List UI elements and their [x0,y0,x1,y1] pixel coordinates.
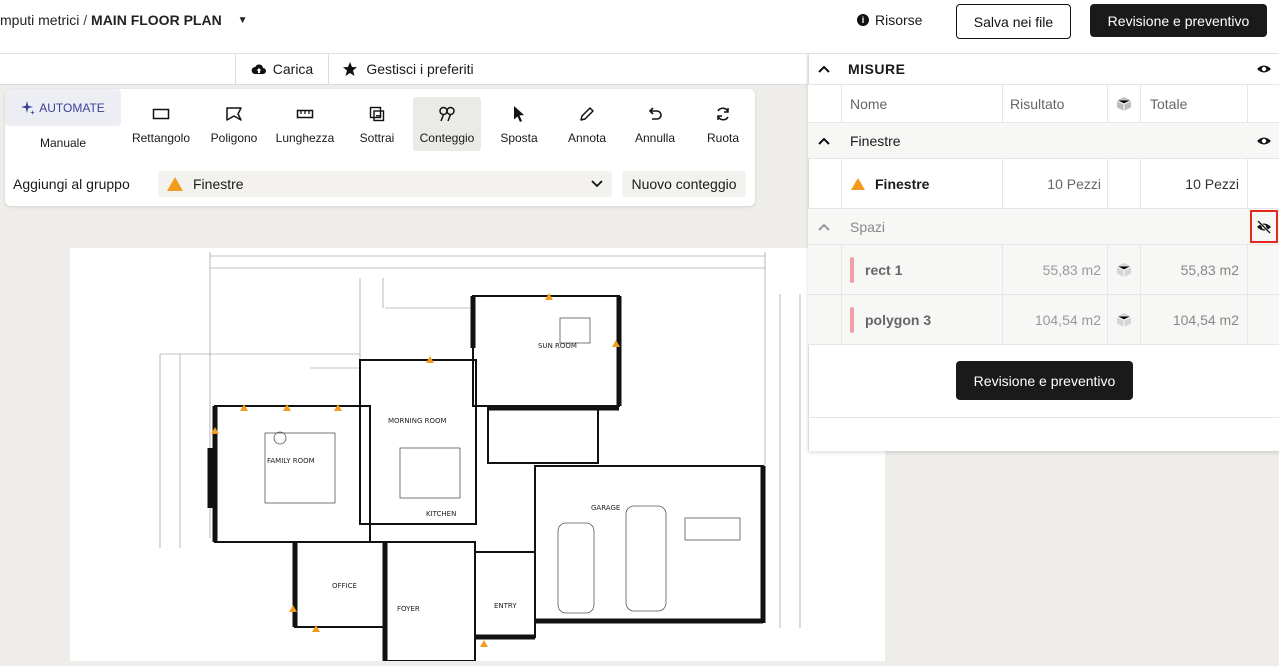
table-row[interactable]: Finestre 10 Pezzi 10 Pezzi [808,159,1279,209]
save-to-files-button[interactable]: Salva nei file [956,4,1071,39]
area-color-swatch [850,245,866,294]
rotate-icon [715,105,731,123]
plan-label-morning-room: MORNING ROOM [388,417,447,425]
tool-label: Conteggio [419,131,475,145]
manual-tab[interactable]: Manuale [5,130,121,150]
resources-label: Risorse [875,12,923,28]
tool-label: Rettangolo [131,131,191,145]
group-row-finestre[interactable]: Finestre [808,123,1279,159]
tool-label: Poligono [210,131,258,145]
undo-icon [647,105,663,123]
tool-length[interactable]: Lunghezza [271,97,339,151]
item-total: 104,54 m2 [1172,311,1239,328]
group-name: Spazi [850,218,886,235]
eye-icon[interactable] [1256,123,1272,158]
tool-label: Ruota [706,131,740,145]
favorites-label: Gestisci i preferiti [366,61,474,77]
tool-label: Lunghezza [275,131,335,145]
breadcrumb[interactable]: mputi metrici / MAIN FLOOR PLAN ▼ [0,12,247,28]
divider [808,417,1279,418]
tool-rotate[interactable]: Ruota [692,97,754,151]
upload-button[interactable]: Carica [235,54,329,84]
group-select[interactable]: Finestre [158,171,612,197]
item-total: 55,83 m2 [1180,261,1239,278]
ruler-icon [296,105,314,123]
cube-icon [1116,85,1132,122]
warning-triangle-icon [167,177,183,191]
cursor-icon [512,105,526,123]
tool-subtract[interactable]: Sottrai [346,97,408,151]
plan-label-garage: GARAGE [591,504,620,512]
tool-undo[interactable]: Annulla [623,97,687,151]
item-result: 10 Pezzi [1047,175,1101,192]
subtract-icon [369,105,385,123]
tool-label: Annulla [634,131,676,145]
group-select-value: Finestre [193,176,244,192]
collapse-measures-icon[interactable] [818,54,830,84]
warning-triangle-icon [850,159,866,208]
item-name: polygon 3 [865,311,932,328]
plan-label-kitchen: KITCHEN [426,510,456,518]
group-row-spazi[interactable]: Spazi [808,209,1279,245]
star-icon [343,62,358,76]
measures-title: MISURE [848,61,906,77]
info-icon: i [857,14,869,26]
new-count-button[interactable]: Nuovo conteggio [622,171,746,197]
tool-annotate[interactable]: Annota [556,97,618,151]
column-result[interactable]: Risultato [1010,85,1064,122]
plan-label-sun-room: SUN ROOM [538,342,577,350]
plan-label-office: OFFICE [332,582,357,590]
table-row[interactable]: polygon 3 104,54 m2 104,54 m2 [808,295,1279,345]
chevron-down-icon [591,180,603,188]
item-result: 55,83 m2 [1042,261,1101,278]
tool-label: Sposta [500,131,538,145]
review-quote-button-panel[interactable]: Revisione e preventivo [956,361,1133,400]
tool-move[interactable]: Sposta [487,97,551,151]
column-total[interactable]: Totale [1150,85,1187,122]
tool-rectangle[interactable]: Rettangolo [127,97,195,151]
manage-favorites-button[interactable]: Gestisci i preferiti [327,54,489,84]
breadcrumb-current: MAIN FLOOR PLAN [91,12,222,28]
tool-label: Annota [567,131,607,145]
item-name: rect 1 [865,261,903,278]
cloud-upload-icon [251,64,266,74]
chevron-up-icon[interactable] [818,209,830,244]
measures-header: MISURE [808,54,1279,85]
group-name: Finestre [850,132,901,149]
plan-label-family-room: FAMILY ROOM [267,457,315,465]
table-row[interactable]: rect 1 55,83 m2 55,83 m2 [808,245,1279,295]
cube-icon [1116,245,1132,294]
sparkle-icon [21,100,36,115]
highlight-box [1250,210,1278,243]
area-color-swatch [850,295,866,344]
cube-icon [1116,295,1132,344]
polygon-icon [225,105,243,123]
resources-link[interactable]: i Risorse [857,12,922,28]
automate-label: AUTOMATE [39,100,105,115]
floor-plan-canvas[interactable]: SUN ROOM MORNING ROOM FAMILY ROOM KITCHE… [70,248,885,662]
breadcrumb-separator: / [83,12,88,28]
plan-label-foyer: FOYER [397,605,420,613]
item-total: 10 Pezzi [1185,175,1239,192]
upload-label: Carica [272,61,314,77]
tool-label: Sottrai [359,131,395,145]
measures-table-header: Nome Risultato Totale [808,85,1279,123]
rectangle-icon [152,105,170,123]
eye-icon[interactable] [1256,54,1272,84]
pencil-icon [579,105,595,123]
plan-label-entry: ENTRY [494,602,517,610]
item-name: Finestre [875,175,930,192]
floor-plan-drawing: SUN ROOM MORNING ROOM FAMILY ROOM KITCHE… [159,252,801,662]
chevron-up-icon[interactable] [818,123,830,158]
review-quote-button[interactable]: Revisione e preventivo [1090,4,1267,37]
chevron-down-icon[interactable]: ▼ [238,15,248,26]
count-icon [438,105,456,123]
breadcrumb-parent[interactable]: mputi metrici [0,12,79,28]
tool-count[interactable]: Conteggio [413,97,481,151]
automate-button[interactable]: AUTOMATE [5,89,121,126]
item-result: 104,54 m2 [1034,311,1101,328]
column-name[interactable]: Nome [850,85,887,122]
tool-polygon[interactable]: Poligono [200,97,268,151]
group-label: Aggiungi al gruppo [13,176,130,192]
